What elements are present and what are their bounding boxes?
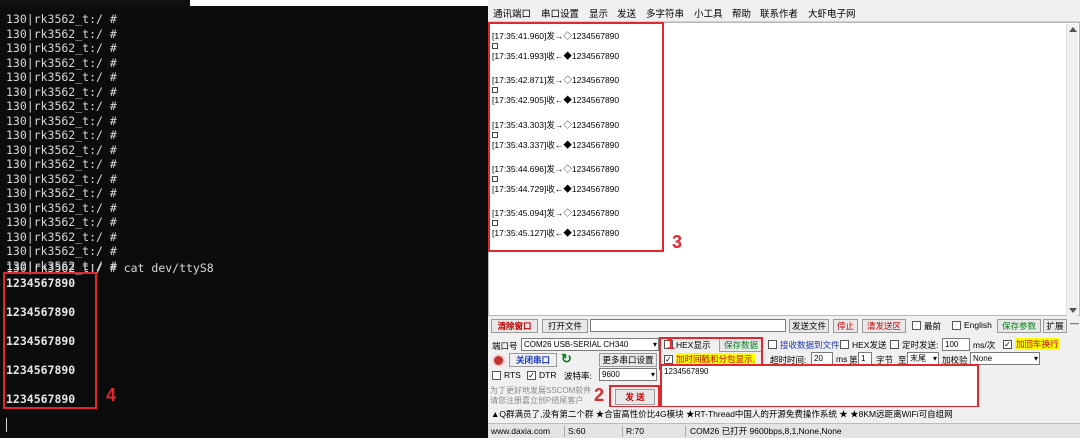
terminal-prompt-line: 130|rk3562_t:/ # bbox=[6, 157, 117, 171]
menu-item-port[interactable]: 通讯端口 bbox=[493, 6, 531, 20]
terminal-prompt-line: 130|rk3562_t:/ # bbox=[6, 142, 117, 157]
dtr-label: DTR bbox=[539, 370, 557, 380]
terminal-prompt-line: 130|rk3562_t:/ # bbox=[6, 99, 117, 113]
terminal-prompt-line: 130|rk3562_t:/ # bbox=[6, 70, 117, 84]
clear-send-button[interactable]: 清发送区 bbox=[862, 319, 906, 333]
status-separator bbox=[564, 426, 565, 437]
menu-item-contact[interactable]: 联系作者 bbox=[760, 6, 798, 20]
promo-line: 请您注册嘉立创P结尾客户 bbox=[490, 396, 584, 405]
ad-banner[interactable]: ▲Q群满员了,没有第二个群 ★合宙高性价比4G模块 ★RT-Thread中国人的… bbox=[488, 407, 1080, 422]
terminal-prompt-line: 130|rk3562_t:/ # bbox=[6, 41, 117, 55]
terminal-prompt-line: 130|rk3562_t:/ # bbox=[6, 171, 117, 186]
hex-send-label: HEX发送 bbox=[852, 340, 887, 350]
annotation-number-2: 2 bbox=[594, 385, 605, 405]
port-select[interactable]: COM26 USB-SERIAL CH340 bbox=[521, 338, 659, 351]
serial-tool-window: 通讯端口 串口设置 显示 发送 多字符串 小工具 帮助 联系作者 大虾电子网 [… bbox=[488, 0, 1080, 438]
annotation-number-3: 3 bbox=[672, 232, 683, 252]
status-separator bbox=[622, 426, 623, 437]
save-params-button[interactable]: 保存参数 bbox=[997, 319, 1041, 333]
menu-item-tools[interactable]: 小工具 bbox=[694, 6, 723, 20]
more-settings-button[interactable]: 更多串口设置 bbox=[599, 353, 657, 367]
terminal-window[interactable]: 130|rk3562_t:/ #130|rk3562_t:/ #130|rk35… bbox=[0, 0, 488, 438]
english-checkbox[interactable] bbox=[952, 321, 961, 330]
clear-window-button[interactable]: 清除窗口 bbox=[491, 319, 538, 333]
terminal-prompt-line: 130|rk3562_t:/ # bbox=[6, 128, 117, 142]
blank-strip bbox=[190, 0, 488, 6]
receive-scrollbar[interactable] bbox=[1066, 24, 1078, 316]
file-path-input[interactable] bbox=[590, 319, 786, 332]
stop-button[interactable]: 停止 bbox=[833, 319, 858, 333]
terminal-prompt-line: 130|rk3562_t:/ # bbox=[6, 113, 117, 128]
annotation-box-send-button bbox=[609, 385, 660, 408]
terminal-prompt-line: 130|rk3562_t:/ # bbox=[6, 26, 117, 41]
menu-item-send[interactable]: 发送 bbox=[617, 6, 636, 20]
terminal-prompt-line: 130|rk3562_t:/ # bbox=[6, 200, 117, 215]
timeout-unit-label: ms bbox=[836, 354, 848, 364]
topmost-label: 最前 bbox=[924, 321, 942, 331]
port-status-lamp-icon bbox=[492, 354, 505, 367]
open-file-button[interactable]: 打开文件 bbox=[542, 319, 588, 333]
expand-button[interactable]: 扩展 bbox=[1043, 319, 1067, 333]
menu-item-display[interactable]: 显示 bbox=[589, 6, 608, 20]
status-port: COM26 已打开 9600bps,8,1,None,None bbox=[690, 426, 842, 436]
recv-to-file-label: 接收数据到文件 bbox=[780, 340, 840, 350]
interval-input[interactable]: 100 bbox=[942, 338, 970, 351]
timed-send-checkbox[interactable] bbox=[890, 340, 899, 349]
rts-label: RTS bbox=[504, 370, 521, 380]
recv-to-file-checkbox[interactable] bbox=[768, 340, 777, 349]
send-file-button[interactable]: 发送文件 bbox=[789, 319, 829, 333]
annotation-box-send-area bbox=[660, 364, 979, 408]
terminal-prompt-line: 130|rk3562_t:/ # bbox=[6, 55, 117, 70]
menu-item-help[interactable]: 帮助 bbox=[732, 6, 751, 20]
checksum-select[interactable]: None bbox=[970, 352, 1040, 365]
terminal-prompt-line: 130|rk3562_t:/ # bbox=[6, 244, 117, 258]
baud-label: 波特率: bbox=[564, 371, 592, 381]
append-newline-checkbox[interactable]: ✓ bbox=[1003, 340, 1012, 349]
interval-unit-label: ms/次 bbox=[973, 340, 996, 350]
minus-icon[interactable]: — bbox=[1070, 318, 1079, 328]
dtr-checkbox[interactable]: ✓ bbox=[527, 371, 536, 380]
terminal-title-strip bbox=[0, 0, 190, 6]
terminal-prompt-line: 130|rk3562_t:/ # bbox=[6, 186, 117, 200]
menu-item-multi-string[interactable]: 多字符串 bbox=[646, 6, 684, 20]
status-separator bbox=[685, 426, 686, 437]
port-label: 端口号 bbox=[492, 341, 518, 351]
annotation-number-1: 1 bbox=[666, 336, 675, 353]
annotation-box-log bbox=[488, 22, 664, 252]
annotation-number-4: 4 bbox=[106, 385, 117, 405]
hex-send-checkbox[interactable] bbox=[840, 340, 849, 349]
topmost-checkbox[interactable] bbox=[912, 321, 921, 330]
menu-item-daxia[interactable]: 大虾电子网 bbox=[808, 6, 856, 20]
annotation-box-terminal-output bbox=[3, 272, 97, 409]
terminal-prompt-line: 130|rk3562_t:/ # bbox=[6, 12, 117, 26]
terminal-prompt-line: 130|rk3562_t:/ # bbox=[6, 84, 117, 99]
rts-checkbox[interactable] bbox=[492, 371, 501, 380]
status-site[interactable]: www.daxia.com bbox=[491, 424, 550, 438]
status-sent-count: S:60 bbox=[568, 426, 586, 436]
scroll-down-icon[interactable] bbox=[1069, 308, 1077, 313]
english-label: English bbox=[964, 320, 992, 330]
terminal-cursor bbox=[6, 418, 7, 432]
terminal-prompt-line: 130|rk3562_t:/ # bbox=[6, 215, 117, 229]
timed-send-label: 定时发送: bbox=[902, 340, 939, 350]
menu-item-serial-settings[interactable]: 串口设置 bbox=[541, 6, 579, 20]
scroll-up-icon[interactable] bbox=[1069, 27, 1077, 32]
terminal-prompt-line: 130|rk3562_t:/ # bbox=[6, 229, 117, 244]
status-recv-count: R:70 bbox=[626, 426, 644, 436]
status-bar: www.daxia.com S:60 R:70 COM26 已打开 9600bp… bbox=[488, 423, 1080, 438]
refresh-icon[interactable]: ↻ bbox=[561, 351, 572, 367]
menu-bar: 通讯端口 串口设置 显示 发送 多字符串 小工具 帮助 联系作者 大虾电子网 bbox=[488, 0, 1080, 22]
append-newline-label: 加回车换行 bbox=[1015, 338, 1060, 350]
baud-select[interactable]: 9600 bbox=[599, 368, 657, 381]
close-port-button[interactable]: 关闭串口 bbox=[509, 353, 557, 367]
